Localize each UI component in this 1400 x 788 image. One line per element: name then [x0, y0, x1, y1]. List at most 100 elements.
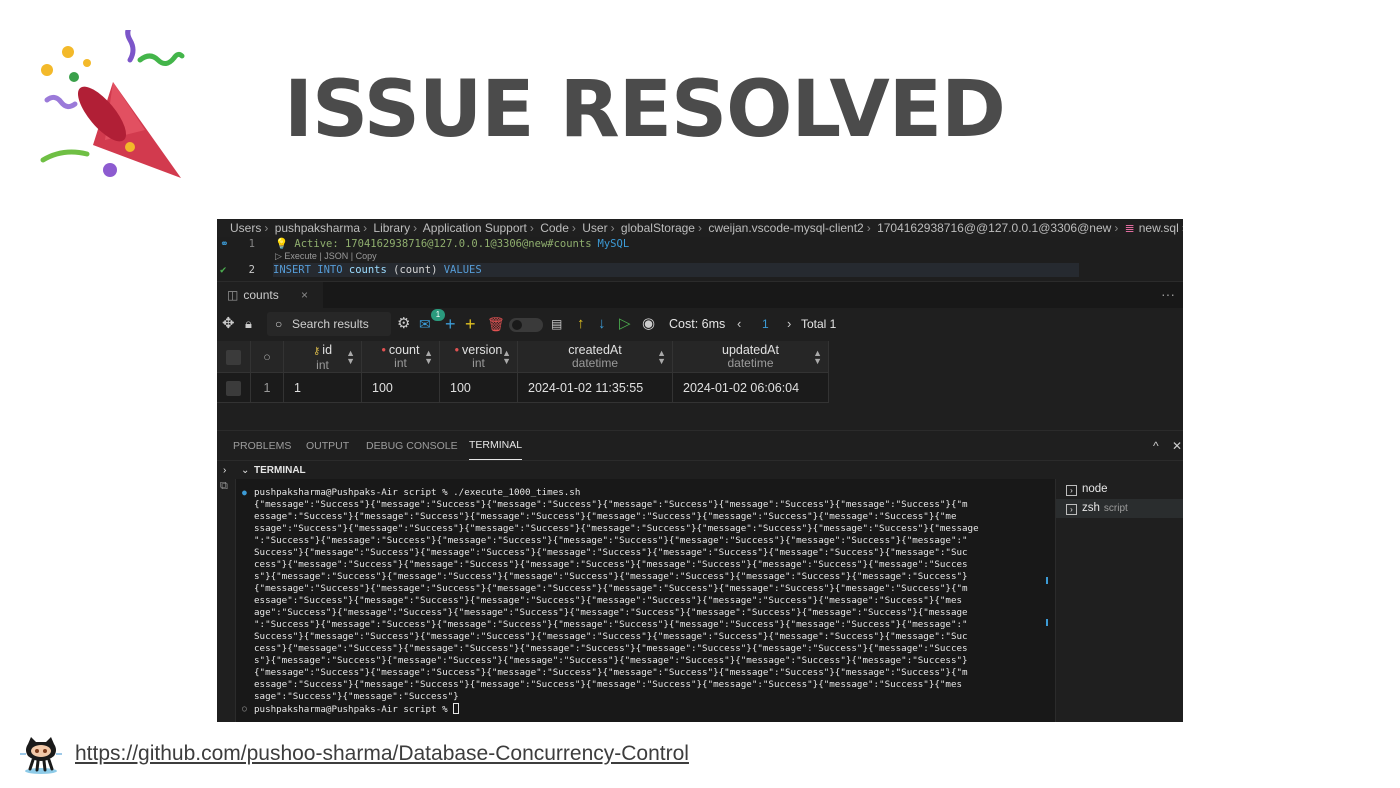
- column-header-version[interactable]: • version int ▲ ▼: [440, 341, 518, 372]
- terminal-session-node[interactable]: › node: [1056, 480, 1183, 499]
- column-header-count[interactable]: • count int ▲ ▼: [362, 341, 440, 372]
- add-row-icon[interactable]: +: [445, 308, 456, 340]
- lock-icon[interactable]: 🔒︎: [245, 308, 252, 340]
- table-icon: ◫: [227, 288, 239, 302]
- next-page-icon[interactable]: ›: [787, 308, 791, 340]
- sort-icon[interactable]: ▲ ▼: [424, 349, 433, 366]
- breadcrumb-item[interactable]: Users: [230, 221, 261, 235]
- scrollbar-marker: [1046, 619, 1048, 626]
- cell-createdAt[interactable]: 2024-01-02 11:35:55: [518, 373, 673, 402]
- cell-id[interactable]: 1: [284, 373, 362, 402]
- sql-keyword: VALUES: [443, 264, 482, 276]
- page-number[interactable]: 1: [762, 308, 769, 340]
- close-icon[interactable]: ×: [301, 282, 308, 309]
- terminal-command: pushpaksharma@Pushpaks-Air script % ./ex…: [254, 487, 581, 498]
- terminal-section-header[interactable]: › ⌄ TERMINAL: [217, 460, 1183, 479]
- prev-page-icon[interactable]: ‹: [737, 308, 741, 340]
- sort-icon[interactable]: ▲ ▼: [502, 349, 511, 366]
- row-checkbox[interactable]: [226, 381, 241, 396]
- column-name: count: [388, 343, 420, 357]
- split-terminal-icon[interactable]: ⧉: [220, 480, 228, 493]
- grid-header-row: ○ ⚷ id int ▲ ▼ • count int ▲ ▼ • version int …: [217, 341, 829, 373]
- move-icon[interactable]: ✥: [222, 308, 235, 340]
- status-dot-icon: ●: [242, 488, 247, 497]
- cell-version[interactable]: 100: [440, 373, 518, 402]
- cell-value: 2024-01-02 06:06:04: [683, 381, 800, 395]
- breadcrumb-item[interactable]: Application Support: [423, 221, 527, 235]
- chevron-down-icon[interactable]: ⌄: [241, 461, 249, 480]
- terminal-line: Success"}{"message":"Success"}{"message"…: [254, 631, 968, 642]
- sort-icon[interactable]: ▲ ▼: [813, 349, 822, 366]
- check-icon: ✔: [220, 264, 227, 276]
- terminal-session-list: › node › zsh script: [1055, 479, 1183, 722]
- query-cost: Cost: 6ms: [669, 317, 726, 331]
- sql-table: counts: [348, 264, 387, 276]
- terminal-prompt: pushpaksharma@Pushpaks-Air script %: [254, 703, 460, 716]
- tab-debug-console[interactable]: DEBUG CONSOLE: [366, 431, 458, 461]
- terminal-line: {"message":"Success"}{"message":"Success…: [254, 667, 968, 678]
- search-input[interactable]: ○ Search results: [267, 312, 391, 336]
- arrow-up-icon[interactable]: ↑: [577, 308, 585, 340]
- key-icon: ⚷: [312, 346, 321, 357]
- select-all-cell[interactable]: [217, 341, 251, 372]
- more-actions-icon[interactable]: ···: [1161, 282, 1175, 307]
- breadcrumb-item[interactable]: User: [582, 221, 607, 235]
- select-all-checkbox[interactable]: [226, 350, 241, 365]
- eye-icon[interactable]: ◉: [642, 308, 655, 340]
- slide-title: ISSUE RESOLVED: [284, 65, 1006, 155]
- tab-counts[interactable]: ◫ counts ×: [217, 282, 323, 309]
- terminal-icon: ›: [1066, 485, 1077, 496]
- terminal-line: {"message":"Success"}{"message":"Success…: [254, 583, 968, 594]
- sql-editor[interactable]: ⚭ 1 💡 Active: 1704162938716@127.0.0.1@33…: [217, 237, 1183, 281]
- breadcrumb-item[interactable]: Library: [373, 221, 410, 235]
- column-header-id[interactable]: ⚷ id int ▲ ▼: [284, 341, 362, 372]
- column-header-updatedAt[interactable]: updatedAt datetime ▲ ▼: [673, 341, 829, 372]
- terminal-session-zsh[interactable]: › zsh script: [1056, 499, 1183, 518]
- column-name: createdAt: [568, 343, 622, 357]
- insert-icon[interactable]: +: [465, 308, 476, 340]
- panel-tab-bar: PROBLEMS OUTPUT DEBUG CONSOLE TERMINAL ^…: [217, 430, 1183, 460]
- search-icon[interactable]: ○: [251, 341, 284, 372]
- column-header-createdAt[interactable]: createdAt datetime ▲ ▼: [518, 341, 673, 372]
- column-type: datetime: [571, 356, 619, 370]
- cell-count[interactable]: 100: [362, 373, 440, 402]
- codelens[interactable]: ▷ Execute | JSON | Copy: [275, 249, 377, 263]
- column-name: updatedAt: [722, 343, 779, 357]
- sort-icon[interactable]: ▲ ▼: [346, 349, 355, 366]
- chevron-up-icon[interactable]: ^: [1153, 431, 1159, 461]
- chevron-right-icon[interactable]: ›: [223, 461, 226, 480]
- column-name: id: [322, 343, 333, 357]
- arrow-down-icon[interactable]: ↓: [598, 308, 606, 340]
- terminal-line: ":"Success"}{"message":"Success"}{"messa…: [254, 535, 968, 546]
- play-icon[interactable]: ▷: [619, 308, 631, 340]
- prompt-text: pushpaksharma@Pushpaks-Air script %: [254, 704, 454, 715]
- tab-problems[interactable]: PROBLEMS: [233, 431, 291, 461]
- close-icon[interactable]: ✕: [1172, 431, 1182, 461]
- github-link[interactable]: https://github.com/pushoo-sharma/Databas…: [75, 742, 689, 766]
- toggle-switch[interactable]: [509, 318, 543, 332]
- breadcrumb-item[interactable]: globalStorage: [621, 221, 695, 235]
- required-marker: •: [454, 343, 460, 357]
- result-grid: ○ ⚷ id int ▲ ▼ • count int ▲ ▼ • version int …: [217, 341, 829, 403]
- cell-updatedAt[interactable]: 2024-01-02 06:06:04: [673, 373, 829, 402]
- cell-value: 100: [450, 381, 471, 395]
- required-marker: •: [381, 343, 386, 357]
- gear-icon[interactable]: ⚙: [397, 308, 410, 340]
- breadcrumb-item[interactable]: cweijan.vscode-mysql-client2: [708, 221, 863, 235]
- codelens-actions[interactable]: Execute | JSON | Copy: [284, 251, 376, 261]
- table-row[interactable]: 1 1 100 100 2024-01-02 11:35:55 2024-01-…: [217, 373, 829, 403]
- breadcrumb-item[interactable]: 1704162938716@@127.0.0.1@3306@new: [877, 221, 1111, 235]
- tab-output[interactable]: OUTPUT: [306, 431, 349, 461]
- terminal-line: {"message":"Success"}{"message":"Success…: [254, 499, 968, 510]
- sort-icon[interactable]: ▲ ▼: [657, 349, 666, 366]
- terminal-line: sage":"Success"}{"message":"Success"}: [254, 691, 459, 702]
- mail-icon[interactable]: ✉: [419, 308, 431, 340]
- breadcrumb-item[interactable]: Code: [540, 221, 569, 235]
- row-select-cell[interactable]: [217, 373, 251, 402]
- delete-icon[interactable]: 🗑︎: [487, 308, 505, 340]
- comment-icon[interactable]: ▤: [551, 308, 562, 340]
- tab-terminal[interactable]: TERMINAL: [469, 431, 523, 460]
- terminal-output[interactable]: ● pushpaksharma@Pushpaks-Air script % ./…: [235, 479, 1055, 722]
- breadcrumb-item[interactable]: new.sql: [1139, 221, 1179, 235]
- breadcrumb-item[interactable]: pushpaksharma: [275, 221, 360, 235]
